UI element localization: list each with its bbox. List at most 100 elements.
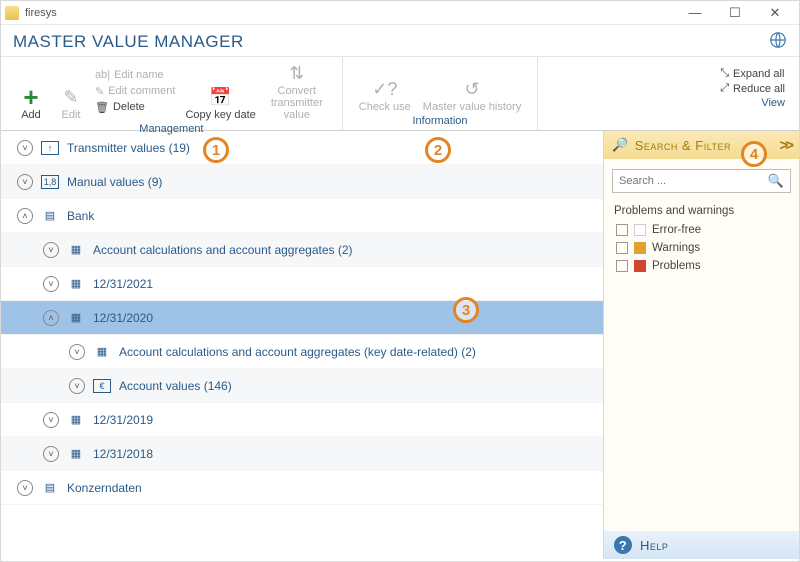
ribbon: + Add ✎ Edit ab|Edit name ✎Edit comment … [1,57,799,131]
group-view-label: View [720,95,785,112]
document-icon: ▤ [41,208,59,224]
tree-row-account-calc[interactable]: ˅ ▦ Account calculations and account agg… [1,233,603,267]
tree-row-2018[interactable]: ˅ ▦ 12/31/2018 [1,437,603,471]
chevron-up-icon[interactable]: ˄ [17,208,33,224]
chevron-down-icon[interactable]: ˅ [43,446,59,462]
filter-error-free[interactable]: Error-free [604,221,799,239]
edit-name-button[interactable]: ab|Edit name [95,67,175,83]
chevron-down-icon[interactable]: ˅ [17,140,33,156]
chevron-down-icon[interactable]: ˅ [69,378,85,394]
tree-label: Bank [67,209,94,223]
search-filter-header: 🔎 Search & Filter >> [604,131,799,159]
tree-row-2021[interactable]: ˅ ▦ 12/31/2021 [1,267,603,301]
document-icon: ▤ [41,480,59,496]
chevron-down-icon[interactable]: ˅ [43,412,59,428]
convert-icon: ⇅ [289,61,304,85]
rename-icon: ab| [95,69,110,81]
chevron-up-icon[interactable]: ˄ [43,310,59,326]
tree-label: Account values (146) [119,379,232,393]
minimize-button[interactable]: — [675,5,715,21]
tree-row-2019[interactable]: ˅ ▦ 12/31/2019 [1,403,603,437]
tree-label: Transmitter values (19) [67,141,190,155]
side-panel: 🔎 Search & Filter >> 🔍 Problems and warn… [603,131,799,559]
copy-key-date-label: Copy key date [185,109,255,121]
chevron-down-icon[interactable]: ˅ [43,242,59,258]
convert-button[interactable]: ⇅ Convert transmitter value [262,61,332,121]
chevron-down-icon[interactable]: ˅ [17,480,33,496]
edit-stack: ab|Edit name ✎Edit comment 🗑Delete [91,61,179,121]
tree-label: Manual values (9) [67,175,162,189]
maximize-button[interactable]: ☐ [715,5,755,21]
tree-row-transmitter[interactable]: ˅ ↑ Transmitter values (19) [1,131,603,165]
comment-icon: ✎ [95,85,104,98]
search-icon[interactable]: 🔍 [768,173,784,189]
chevron-down-icon[interactable]: ˅ [69,344,85,360]
help-icon: ? [614,536,632,554]
header: MASTER VALUE MANAGER [1,25,799,57]
check-use-label: Check use [359,101,411,113]
filter-problems[interactable]: Problems [604,257,799,275]
history-button[interactable]: ↺ Master value history [417,61,527,113]
add-label: Add [21,109,41,121]
filter-label: Warnings [652,242,700,254]
calendar-icon: ▦ [67,276,85,292]
body: ˅ ↑ Transmitter values (19) ˅ 1,8 Manual… [1,131,799,559]
filter-label: Error-free [652,224,701,236]
swatch-orange [634,242,646,254]
filter-label: Problems [652,260,701,272]
tree-label: 12/31/2020 [93,311,153,325]
checkbox[interactable] [616,242,628,254]
help-label: Help [640,538,668,553]
close-button[interactable]: ✕ [755,5,795,21]
add-button[interactable]: + Add [11,61,51,121]
tree-row-manual[interactable]: ˅ 1,8 Manual values (9) [1,165,603,199]
tree-row-account-values[interactable]: ˅ € Account values (146) [1,369,603,403]
history-icon: ↺ [464,77,479,101]
ribbon-group-management: + Add ✎ Edit ab|Edit name ✎Edit comment … [1,57,343,130]
reduce-all-button[interactable]: ⤢Reduce all [720,82,785,95]
help-bar[interactable]: ? Help [604,531,799,559]
tree-row-2020[interactable]: ˄ ▦ 12/31/2020 [1,301,603,335]
expand-panel-icon[interactable]: >> [779,137,791,154]
swatch-white [634,224,646,236]
chevron-down-icon[interactable]: ˅ [17,174,33,190]
chevron-down-icon[interactable]: ˅ [43,276,59,292]
filter-warnings[interactable]: Warnings [604,239,799,257]
annotation-3: 3 [453,297,479,323]
trash-icon: 🗑 [95,101,109,114]
folder-icon [5,6,19,20]
tree: ˅ ↑ Transmitter values (19) ˅ 1,8 Manual… [1,131,603,559]
window-title: firesys [25,7,57,19]
tree-label: Account calculations and account aggrega… [93,243,353,257]
calendar-icon: ▦ [67,446,85,462]
ledger-icon: ▦ [93,344,111,360]
plus-icon: + [23,85,38,109]
titlebar: firesys — ☐ ✕ [1,1,799,25]
calendar-icon: ▦ [67,412,85,428]
checkbox[interactable] [616,260,628,272]
transmitter-icon: ↑ [41,141,59,155]
search-filter-title: Search & Filter [635,138,731,153]
annotation-1: 1 [203,137,229,163]
edit-button[interactable]: ✎ Edit [51,61,91,121]
edit-comment-button[interactable]: ✎Edit comment [95,83,175,99]
copy-key-date-button[interactable]: 📅 Copy key date [179,61,261,121]
annotation-2: 2 [425,137,451,163]
delete-button[interactable]: 🗑Delete [95,99,175,115]
tree-label: 12/31/2018 [93,447,153,461]
tree-row-bank[interactable]: ˄ ▤ Bank [1,199,603,233]
check-use-button[interactable]: ✓? Check use [353,61,417,113]
expand-all-button[interactable]: ⤡Expand all [720,67,785,80]
binoculars-icon: 🔎 [612,137,629,153]
history-label: Master value history [423,101,521,113]
manual-icon: 1,8 [41,175,59,189]
globe-icon[interactable] [769,31,787,52]
checkbox[interactable] [616,224,628,236]
tree-label: 12/31/2019 [93,413,153,427]
tree-row-konzern[interactable]: ˅ ▤ Konzerndaten [1,471,603,505]
search-input[interactable] [619,175,768,187]
tree-row-account-calc-kd[interactable]: ˅ ▦ Account calculations and account agg… [1,335,603,369]
annotation-4: 4 [741,141,767,167]
page-title: MASTER VALUE MANAGER [13,32,244,52]
search-box[interactable]: 🔍 [612,169,791,193]
